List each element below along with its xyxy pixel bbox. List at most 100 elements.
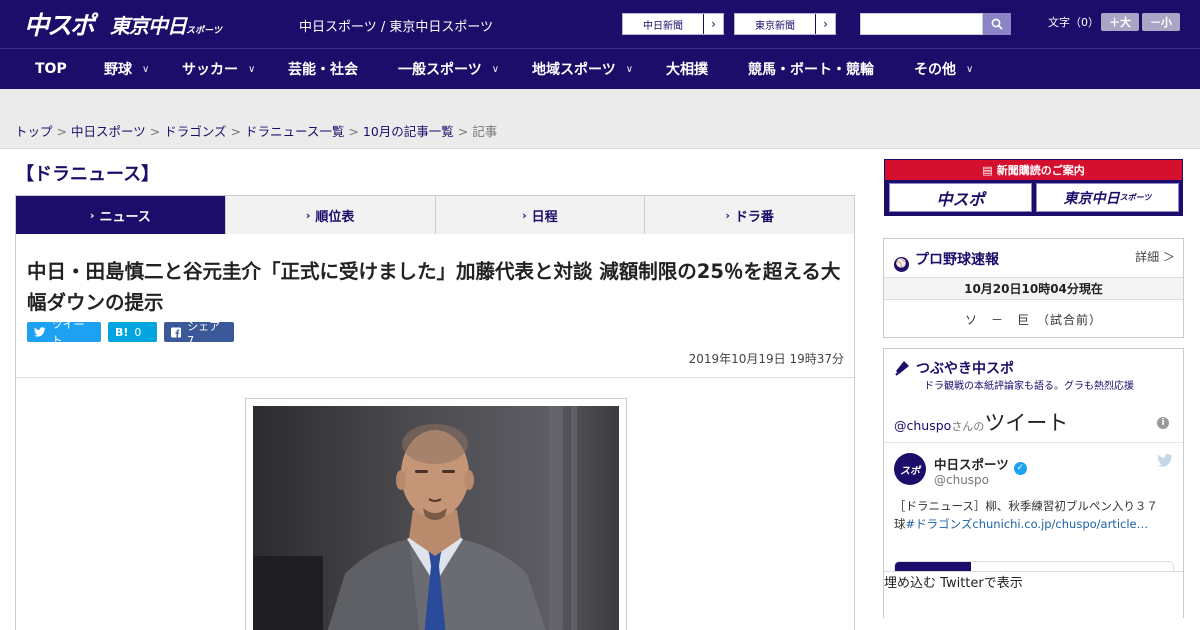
chevron-right-icon: › bbox=[305, 208, 311, 222]
nav-item-other[interactable]: その他 ∨ bbox=[914, 49, 973, 89]
twitter-box-subtitle: ドラ観戦の本紙評論家も語る。グラも熱烈応援 bbox=[924, 381, 1134, 392]
tweet-text: ［ドラニュース］柳、秋季練習初ブルペン入り３７球#ドラゴンズchunichi.c… bbox=[894, 497, 1169, 533]
tweet-button[interactable]: ツイート bbox=[27, 318, 101, 347]
chevron-right-icon: › bbox=[815, 14, 835, 34]
article: 中日・田島慎二と谷元圭介「正式に受けました」加藤代表と対談 減額制限の25％を超… bbox=[15, 234, 855, 630]
tokyo-shimbun-link[interactable]: 東京新聞 › bbox=[734, 13, 836, 35]
nav-item-soccer[interactable]: サッカー ∨ bbox=[182, 49, 255, 89]
nav-item-sumo[interactable]: 大相撲 bbox=[666, 49, 708, 89]
tweet-label: ツイート bbox=[51, 318, 85, 347]
tweets-by-header: @chuspoさんのツイート bbox=[894, 407, 1068, 437]
chevron-down-icon: ∨ bbox=[491, 63, 500, 75]
search-input[interactable] bbox=[860, 13, 983, 35]
twitter-bird-icon bbox=[1157, 453, 1173, 471]
nav-item-top[interactable]: TOP bbox=[35, 49, 67, 89]
chunichi-shimbun-label: 中日新聞 bbox=[643, 20, 683, 32]
game-score[interactable]: ソ － 巨 （試合前） bbox=[884, 311, 1183, 328]
chunichi-shimbun-link[interactable]: 中日新聞 › bbox=[622, 13, 724, 35]
tokyo-chunichi-logo-text: 東京中日 bbox=[110, 14, 187, 38]
view-on-twitter-link[interactable]: Twitterで表示 bbox=[940, 576, 1023, 591]
twitter-widget-footer: 埋め込む Twitterで表示 bbox=[884, 571, 1183, 618]
breadcrumb-chunichi-sports[interactable]: 中日スポーツ bbox=[71, 124, 146, 139]
pro-baseball-title: ⚾ プロ野球速報 bbox=[894, 249, 999, 272]
chuspo-logo[interactable]: 中スポ bbox=[24, 6, 95, 42]
subscription-banner-title: 新聞購読のご案内 bbox=[996, 164, 1085, 177]
tokyo-chunichi-logo-text: 東京中日 bbox=[1063, 190, 1120, 207]
nav-item-general-sports[interactable]: 一般スポーツ ∨ bbox=[398, 49, 499, 89]
chevron-down-icon: ∨ bbox=[625, 63, 634, 75]
nav-item-label: 一般スポーツ bbox=[398, 62, 482, 78]
search-button[interactable] bbox=[983, 13, 1011, 35]
player-portrait-image bbox=[253, 406, 619, 630]
tokyo-chunichi-logo[interactable]: 東京中日スポーツ bbox=[110, 10, 222, 39]
chevron-right-icon: › bbox=[89, 208, 95, 222]
article-headline: 中日・田島慎二と谷元圭介「正式に受けました」加藤代表と対談 減額制限の25％を超… bbox=[27, 260, 841, 314]
chevron-down-icon: ∨ bbox=[966, 63, 974, 75]
tweets-by-handle[interactable]: @chuspo bbox=[894, 418, 951, 433]
subscription-banner[interactable]: ▤ 新聞購読のご案内 中スポ 東京中日 スポーツ bbox=[884, 159, 1183, 216]
megaphone-icon bbox=[895, 361, 909, 376]
tweet-author-name[interactable]: 中日スポーツ ✓ bbox=[934, 454, 1027, 475]
divider bbox=[16, 377, 854, 378]
tweet-media-card[interactable] bbox=[894, 561, 1174, 571]
chevron-down-icon: ∨ bbox=[248, 63, 256, 75]
chevron-right-icon: › bbox=[725, 208, 730, 222]
tweets-by-connector: さんの bbox=[951, 420, 985, 433]
twitter-box-title-text: つぶやき中スポ bbox=[916, 361, 1014, 377]
embed-link[interactable]: 埋め込む bbox=[884, 576, 936, 591]
tweet-media-card-accent bbox=[895, 562, 971, 571]
chuspo-logo: 中スポ bbox=[889, 183, 1032, 212]
nav-item-label: サッカー bbox=[182, 62, 238, 78]
breadcrumb-top[interactable]: トップ bbox=[15, 124, 53, 139]
pro-baseball-title-text: プロ野球速報 bbox=[915, 252, 999, 268]
tweet-author-name-text: 中日スポーツ bbox=[934, 457, 1009, 472]
twitter-box-title: つぶやき中スポ bbox=[894, 358, 1014, 378]
tweet-author-handle[interactable]: @chuspo bbox=[934, 473, 989, 487]
tweet-link[interactable]: #ドラゴンズchunichi.co.jp/chuspo/article… bbox=[906, 517, 1149, 531]
nav-item-label: その他 bbox=[914, 62, 956, 78]
font-size-label: 文字（0） bbox=[1048, 16, 1099, 29]
tab-standings[interactable]: › 順位表 bbox=[224, 196, 435, 234]
hatena-bookmark-button[interactable]: B! 0 bbox=[108, 322, 157, 342]
tab-label: ドラ番 bbox=[734, 209, 774, 225]
search-icon bbox=[991, 18, 1003, 30]
tweets-by-label: ツイート bbox=[984, 411, 1069, 435]
nav-item-label: 芸能・社会 bbox=[288, 62, 358, 78]
facebook-share-button[interactable]: シェア 7 bbox=[164, 320, 234, 347]
nav-item-entertainment[interactable]: 芸能・社会 bbox=[288, 49, 358, 89]
twitter-bird-icon bbox=[34, 327, 46, 337]
breadcrumb-dragons[interactable]: ドラゴンズ bbox=[164, 124, 226, 139]
tokyo-chunichi-logo-small: スポーツ bbox=[186, 26, 222, 36]
avatar[interactable]: スポ bbox=[894, 453, 926, 485]
nav-item-racing[interactable]: 競馬・ボート・競輪 bbox=[748, 49, 874, 89]
facebook-share-label: シェア 7 bbox=[187, 319, 221, 347]
tokyo-shimbun-label: 東京新聞 bbox=[755, 20, 795, 32]
tab-dora-ban[interactable]: › ドラ番 bbox=[644, 196, 854, 234]
site-title[interactable]: 中日スポーツ / 東京中日スポーツ bbox=[299, 16, 493, 35]
share-buttons: ツイート B! 0 シェア 7 bbox=[27, 318, 234, 347]
chevron-right-icon: › bbox=[522, 208, 527, 222]
nav-item-regional-sports[interactable]: 地域スポーツ ∨ bbox=[532, 49, 633, 89]
font-smaller-button[interactable]: －小 bbox=[1142, 13, 1180, 31]
newspaper-icon: ▤ bbox=[982, 163, 993, 177]
tab-label: 順位表 bbox=[315, 209, 355, 225]
scores-detail-link[interactable]: 詳細 ＞ bbox=[1135, 248, 1175, 265]
breadcrumb-october-list[interactable]: 10月の記事一覧 bbox=[363, 124, 454, 139]
tab-news[interactable]: › ニュース bbox=[16, 196, 225, 241]
font-larger-button[interactable]: ＋大 bbox=[1101, 13, 1139, 31]
breadcrumb-current: 記事 bbox=[472, 124, 498, 139]
chevron-right-icon: › bbox=[703, 14, 723, 34]
published-date: 2019年10月19日 19時37分 bbox=[688, 352, 844, 366]
info-icon[interactable]: i bbox=[1157, 417, 1169, 429]
nav-item-label: TOP bbox=[35, 61, 67, 77]
article-photo[interactable] bbox=[253, 406, 619, 630]
breadcrumb-dra-news-list[interactable]: ドラニュース一覧 bbox=[245, 124, 344, 139]
hatena-icon: B! bbox=[115, 325, 129, 339]
hatena-count: 0 bbox=[134, 325, 142, 339]
tab-schedule[interactable]: › 日程 bbox=[434, 196, 645, 234]
divider bbox=[884, 442, 1183, 443]
nav-item-baseball[interactable]: 野球 ∨ bbox=[104, 49, 149, 89]
nav-item-label: 野球 bbox=[104, 62, 132, 78]
dra-news-tabs: › ニュース › 順位表 › 日程 › ドラ番 bbox=[15, 195, 855, 241]
scores-timestamp: 10月20日10時04分現在 bbox=[884, 277, 1183, 300]
